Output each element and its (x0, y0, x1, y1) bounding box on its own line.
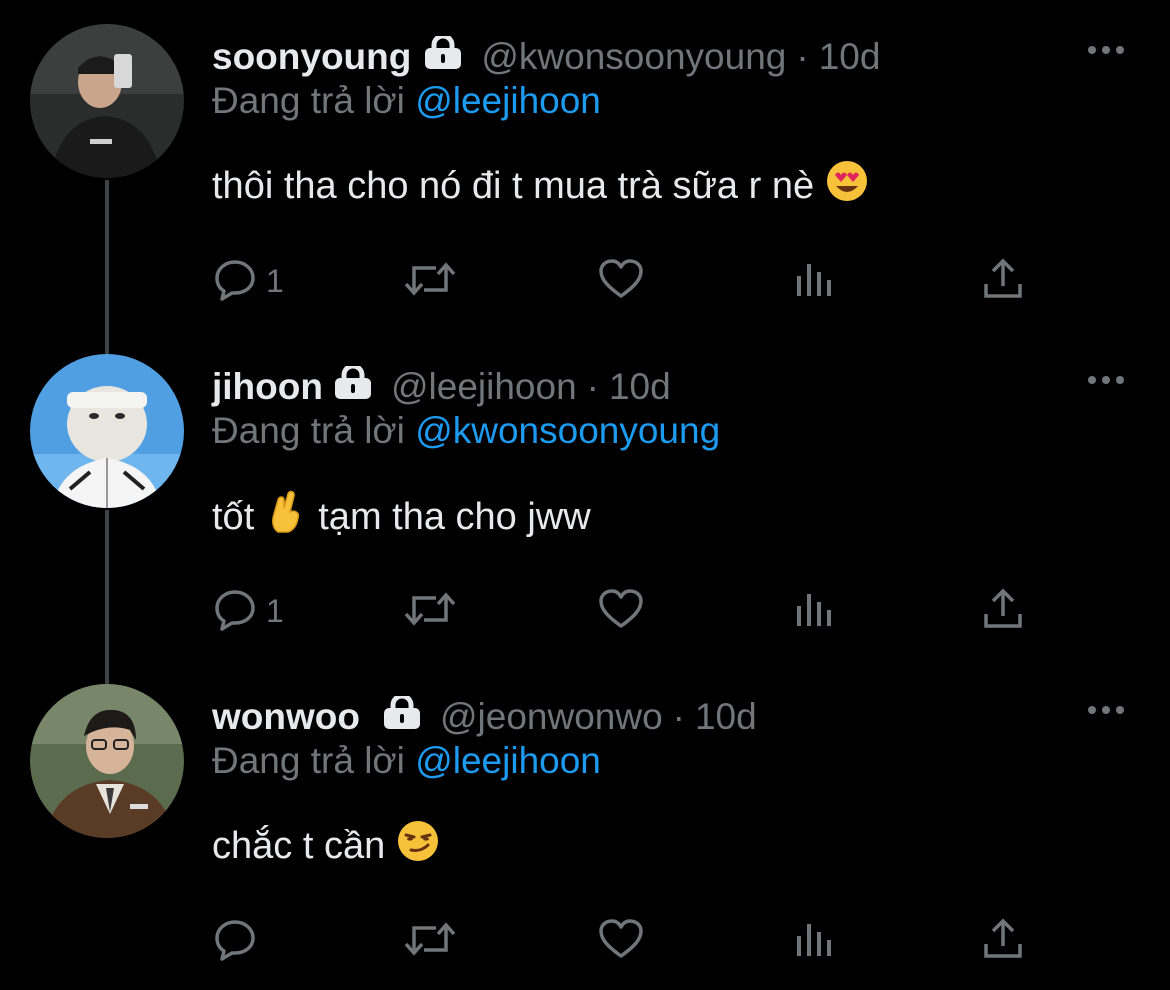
user-handle[interactable]: @jeonwonwo (440, 696, 663, 738)
lock-icon (333, 363, 373, 409)
like-button[interactable] (597, 584, 645, 638)
reply-button[interactable]: 1 (212, 254, 284, 308)
retweet-button[interactable] (402, 584, 458, 638)
display-name[interactable]: jihoon (212, 366, 323, 408)
views-icon (790, 916, 836, 967)
reply-count: 1 (266, 262, 284, 299)
separator-dot: · (672, 696, 685, 737)
tweet-text: chắc t cần (212, 820, 439, 872)
more-icon[interactable] (1084, 42, 1128, 58)
tweet-actions: 1 (212, 254, 1032, 308)
retweet-icon (402, 586, 458, 637)
replying-to: Đang trả lời @kwonsoonyoung (212, 410, 720, 452)
tweet[interactable]: wonwoo @jeonwonwo · 10d Đang trả lời @le… (0, 660, 1170, 990)
share-icon (980, 586, 1026, 637)
share-button[interactable] (980, 584, 1026, 638)
like-icon (597, 916, 645, 967)
tweet-body-prefix: tốt (212, 495, 255, 538)
display-name[interactable]: wonwoo (212, 696, 360, 738)
reply-button[interactable] (212, 914, 266, 968)
retweet-button[interactable] (402, 254, 458, 308)
share-icon (980, 916, 1026, 967)
reply-thread: soonyoung @kwonsoonyoung · 10d Đang trả … (0, 0, 1170, 990)
reply-icon (212, 256, 258, 307)
views-button[interactable] (790, 914, 836, 968)
share-icon (980, 256, 1026, 307)
tweet-body: tạm tha cho jww (318, 495, 591, 538)
lock-icon (423, 33, 463, 79)
replying-prefix: Đang trả lời (212, 740, 405, 781)
timestamp[interactable]: 10d (609, 366, 671, 408)
mention-link[interactable]: @kwonsoonyoung (415, 410, 720, 451)
tweet-actions (212, 914, 1032, 968)
tweet-body: chắc t cần (212, 824, 386, 867)
reply-count: 1 (266, 592, 284, 629)
tweet-header: wonwoo @jeonwonwo · 10d (212, 690, 757, 744)
tweet[interactable]: soonyoung @kwonsoonyoung · 10d Đang trả … (0, 0, 1170, 330)
timestamp[interactable]: 10d (819, 36, 881, 78)
avatar[interactable] (30, 354, 184, 508)
reply-button[interactable]: 1 (212, 584, 284, 638)
separator-dot: · (796, 36, 809, 77)
replying-to: Đang trả lời @leejihoon (212, 740, 601, 782)
more-icon[interactable] (1084, 372, 1128, 388)
like-icon (597, 586, 645, 637)
views-button[interactable] (790, 254, 836, 308)
replying-prefix: Đang trả lời (212, 80, 405, 121)
mention-link[interactable]: @leejihoon (415, 80, 601, 121)
avatar[interactable] (30, 684, 184, 838)
like-icon (597, 256, 645, 307)
replying-to: Đang trả lời @leejihoon (212, 80, 601, 122)
reply-icon (212, 586, 258, 637)
views-icon (790, 256, 836, 307)
more-icon[interactable] (1084, 702, 1128, 718)
tweet[interactable]: jihoon @leejihoon · 10d Đang trả lời @kw… (0, 330, 1170, 660)
timestamp[interactable]: 10d (695, 696, 757, 738)
retweet-button[interactable] (402, 914, 458, 968)
views-button[interactable] (790, 584, 836, 638)
like-button[interactable] (597, 254, 645, 308)
avatar[interactable] (30, 24, 184, 178)
crossed-fingers-icon (268, 490, 304, 544)
user-handle[interactable]: @kwonsoonyoung (481, 36, 786, 78)
tweet-text: thôi tha cho nó đi t mua trà sữa r nè (212, 160, 868, 212)
views-icon (790, 586, 836, 637)
tweet-header: jihoon @leejihoon · 10d (212, 360, 671, 414)
tweet-text: tốt tạm tha cho jww (212, 490, 591, 544)
tweet-actions: 1 (212, 584, 1032, 638)
smirking-face-icon (397, 820, 439, 872)
like-button[interactable] (597, 914, 645, 968)
separator-dot: · (586, 366, 599, 407)
smiling-face-with-heart-eyes-icon (826, 160, 868, 212)
display-name[interactable]: soonyoung (212, 36, 411, 78)
mention-link[interactable]: @leejihoon (415, 740, 601, 781)
share-button[interactable] (980, 254, 1026, 308)
retweet-icon (402, 916, 458, 967)
user-handle[interactable]: @leejihoon (391, 366, 577, 408)
share-button[interactable] (980, 914, 1026, 968)
lock-icon (382, 693, 422, 739)
tweet-header: soonyoung @kwonsoonyoung · 10d (212, 30, 880, 84)
retweet-icon (402, 256, 458, 307)
tweet-body: thôi tha cho nó đi t mua trà sữa r nè (212, 164, 815, 207)
replying-prefix: Đang trả lời (212, 410, 405, 451)
reply-icon (212, 916, 258, 967)
